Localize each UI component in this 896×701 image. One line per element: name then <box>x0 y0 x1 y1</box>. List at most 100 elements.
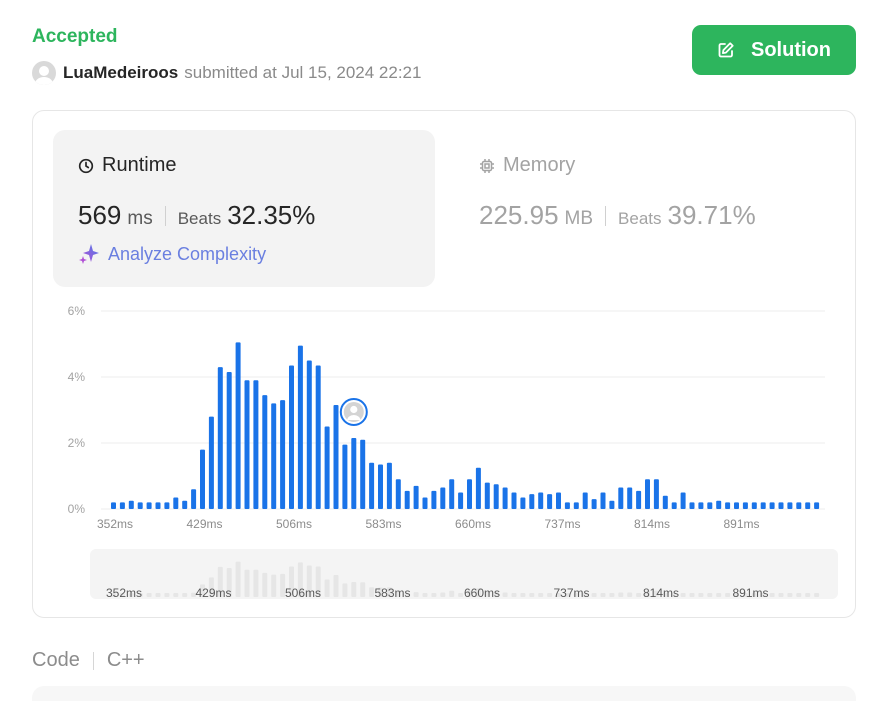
chart-bar[interactable] <box>440 487 446 509</box>
y-tick-label: 4% <box>68 370 86 384</box>
minimap-bar <box>182 593 188 597</box>
chart-bar[interactable] <box>511 492 517 510</box>
chart-bar[interactable] <box>538 492 544 510</box>
chart-bar[interactable] <box>467 479 472 509</box>
chart-bar[interactable] <box>716 500 722 509</box>
chart-bar[interactable] <box>502 487 508 509</box>
chart-bar[interactable] <box>600 492 606 510</box>
chart-bar[interactable] <box>645 479 650 509</box>
minimap-tick-label: 737ms <box>553 586 589 600</box>
minimap-bar <box>689 593 695 597</box>
chart-bar[interactable] <box>431 490 437 509</box>
chart-bar[interactable] <box>662 495 668 509</box>
chart-bar[interactable] <box>769 502 775 509</box>
chart-bar[interactable] <box>698 502 704 509</box>
chart-bar[interactable] <box>814 502 820 509</box>
chart-bar[interactable] <box>636 490 642 509</box>
minimap-tick-label: 891ms <box>732 586 768 600</box>
chart-bar[interactable] <box>680 492 686 510</box>
chart-bar[interactable] <box>751 502 757 509</box>
chart-bar[interactable] <box>280 400 286 509</box>
chart-bar[interactable] <box>208 416 214 509</box>
chart-bar[interactable] <box>378 464 383 509</box>
chart-bar[interactable] <box>475 467 481 509</box>
chart-bar[interactable] <box>333 405 339 509</box>
y-tick-label: 0% <box>68 502 86 516</box>
minimap-tick-label: 429ms <box>195 586 231 600</box>
chart-bar[interactable] <box>493 484 499 509</box>
minimap-bar <box>235 561 241 597</box>
chart-bar[interactable] <box>484 482 490 509</box>
chart-bar[interactable] <box>609 500 615 509</box>
solution-button[interactable]: Solution <box>692 25 856 75</box>
chart-bar[interactable] <box>191 489 197 509</box>
chart-bar[interactable] <box>573 502 579 509</box>
minimap-bar <box>324 579 330 597</box>
chart-bar[interactable] <box>404 490 410 509</box>
chart-bar[interactable] <box>742 502 748 509</box>
chart-bar[interactable] <box>253 380 259 509</box>
chart-bar[interactable] <box>146 502 152 509</box>
chart-bar[interactable] <box>529 494 535 509</box>
performance-card: Runtime 569 ms Beats 32.35% Analyze Comp… <box>32 110 856 618</box>
chart-bar[interactable] <box>627 487 633 509</box>
chart-bar[interactable] <box>289 365 294 509</box>
chart-bar[interactable] <box>458 492 464 510</box>
chart-bar[interactable] <box>386 462 392 509</box>
chart-bar[interactable] <box>413 485 419 509</box>
chart-bar[interactable] <box>369 462 375 509</box>
chart-bar[interactable] <box>297 345 303 509</box>
chart-bar[interactable] <box>182 500 188 509</box>
chart-bar[interactable] <box>582 492 588 510</box>
chart-bar[interactable] <box>119 502 125 509</box>
minimap-bar <box>502 592 508 597</box>
chart-bar[interactable] <box>342 444 348 509</box>
chart-bar[interactable] <box>351 438 357 509</box>
chart-bar[interactable] <box>200 449 205 509</box>
chart-bar[interactable] <box>226 372 232 509</box>
chart-bar[interactable] <box>262 395 268 509</box>
minimap-tick-label: 352ms <box>106 586 142 600</box>
username-link[interactable]: LuaMedeiroos <box>63 63 178 83</box>
chart-bar[interactable] <box>137 502 143 509</box>
chart-bar[interactable] <box>591 499 597 509</box>
chart-bar[interactable] <box>244 380 250 509</box>
chart-bar[interactable] <box>760 502 766 509</box>
chart-bar[interactable] <box>707 502 713 509</box>
chart-bar[interactable] <box>556 492 561 510</box>
chart-bar[interactable] <box>689 502 695 509</box>
chart-bar[interactable] <box>173 497 179 509</box>
chart-bar[interactable] <box>306 360 312 510</box>
chart-bar[interactable] <box>805 502 811 509</box>
chart-bar[interactable] <box>315 365 321 509</box>
submission-info: LuaMedeiroos submitted at Jul 15, 2024 2… <box>32 61 421 85</box>
chart-bar[interactable] <box>217 367 223 509</box>
chart-bar[interactable] <box>787 502 793 509</box>
chart-bar[interactable] <box>271 403 277 509</box>
chart-bar[interactable] <box>111 502 116 509</box>
x-tick-label: 429ms <box>186 517 222 531</box>
chart-bar[interactable] <box>734 502 739 509</box>
chart-bar[interactable] <box>155 502 161 509</box>
chart-bar[interactable] <box>671 502 677 509</box>
chart-bar[interactable] <box>547 494 553 509</box>
chart-bar[interactable] <box>128 500 134 509</box>
avatar[interactable] <box>32 61 56 85</box>
chart-bar[interactable] <box>618 487 624 509</box>
chart-bar[interactable] <box>235 342 241 509</box>
chart-bar[interactable] <box>725 502 731 509</box>
chart-bar[interactable] <box>422 497 428 509</box>
chart-bar[interactable] <box>449 479 455 509</box>
chart-bar[interactable] <box>324 426 330 510</box>
chart-bar[interactable] <box>395 479 401 509</box>
code-language: C++ <box>106 649 145 671</box>
chart-bar[interactable] <box>164 502 170 509</box>
chart-bar[interactable] <box>796 502 802 509</box>
chart-bar[interactable] <box>653 479 659 509</box>
x-tick-label: 660ms <box>455 517 491 531</box>
chart-bar[interactable] <box>564 502 570 509</box>
chart-bar[interactable] <box>360 439 366 509</box>
minimap-bar <box>698 593 704 597</box>
chart-bar[interactable] <box>778 502 784 509</box>
chart-bar[interactable] <box>520 497 526 509</box>
